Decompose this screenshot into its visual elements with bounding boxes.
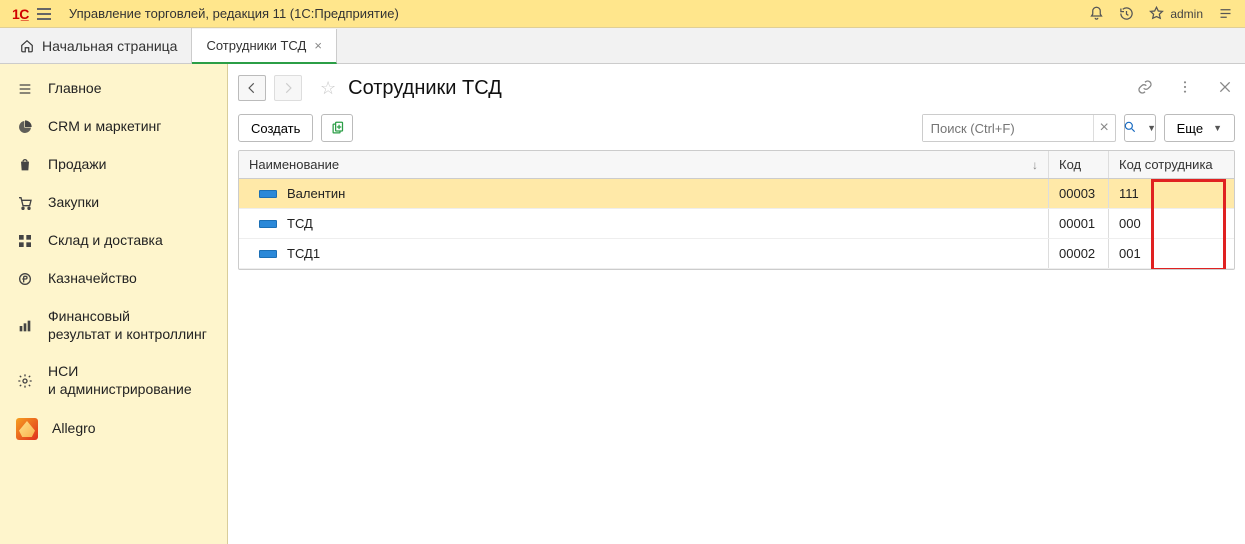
bars-icon — [16, 317, 34, 335]
table-row[interactable]: ТСД 00001000 — [239, 209, 1234, 239]
caret-down-icon: ▼ — [1213, 123, 1222, 133]
cell-emp-code: 000 — [1109, 209, 1234, 238]
cart-icon — [16, 194, 34, 212]
folder-item-icon — [259, 220, 277, 228]
arrow-right-icon — [281, 81, 295, 95]
cell-emp-code: 001 — [1109, 239, 1234, 268]
sidebar-item-finance[interactable]: Финансовый результат и контроллинг — [0, 298, 227, 353]
home-tab-label: Начальная страница — [42, 38, 177, 54]
table-row[interactable]: Валентин 00003111 — [239, 179, 1234, 209]
search-input[interactable] — [923, 115, 1093, 141]
app-logo: 1C̲ — [12, 6, 29, 22]
grid-icon — [16, 232, 34, 250]
allegro-icon — [16, 418, 38, 440]
bell-icon[interactable] — [1088, 6, 1104, 22]
search-box[interactable]: × — [922, 114, 1116, 142]
tab-employees-tsd[interactable]: Сотрудники ТСД × — [192, 29, 336, 64]
sidebar-item-allegro[interactable]: Allegro — [0, 408, 227, 450]
kebab-icon[interactable] — [1177, 79, 1195, 97]
create-button-label: Создать — [251, 121, 300, 136]
sidebar-item-label: Склад и доставка — [48, 232, 163, 250]
table-row[interactable]: ТСД1 00002001 — [239, 239, 1234, 269]
cell-code: 00002 — [1049, 239, 1109, 268]
cell-value: ТСД1 — [287, 246, 320, 261]
sidebar-item-treasury[interactable]: Казначейство — [0, 260, 227, 298]
folder-item-icon — [259, 190, 277, 198]
toolbar: Создать × ▼ Еще ▼ — [238, 108, 1235, 148]
cell-name: ТСД — [239, 209, 1049, 238]
coin-icon — [16, 270, 34, 288]
gear-icon — [16, 372, 34, 390]
cell-value: ТСД — [287, 216, 313, 231]
nav-forward-button — [274, 75, 302, 101]
arrow-left-icon — [245, 81, 259, 95]
star-icon[interactable] — [1148, 6, 1164, 22]
sidebar-item-label: Главное — [48, 80, 102, 98]
page-title: Сотрудники ТСД — [348, 77, 502, 100]
link-icon[interactable] — [1137, 79, 1155, 97]
sidebar-item-label: Казначейство — [48, 270, 137, 288]
cell-name: Валентин — [239, 179, 1049, 208]
column-label: Код сотрудника — [1119, 157, 1213, 172]
sidebar-item-label: Продажи — [48, 156, 106, 174]
titlebar: 1C̲ Управление торговлей, редакция 11 (1… — [0, 0, 1245, 28]
more-button-label: Еще — [1177, 121, 1203, 136]
table-body: Валентин 00003111 ТСД 00001000 ТСД1 00002001 — [239, 179, 1234, 269]
folder-item-icon — [259, 250, 277, 258]
hamburger-icon[interactable] — [37, 8, 51, 20]
search-clear-button[interactable]: × — [1093, 115, 1115, 141]
sidebar-item-nsi[interactable]: НСИ и администрирование — [0, 353, 227, 408]
tab-label: Сотрудники ТСД — [206, 38, 306, 53]
cell-emp-code: 111 — [1109, 179, 1234, 208]
sidebar-item-warehouse[interactable]: Склад и доставка — [0, 222, 227, 260]
history-icon[interactable] — [1118, 6, 1134, 22]
sort-asc-icon: ↓ — [1032, 158, 1038, 172]
cell-code: 00003 — [1049, 179, 1109, 208]
advanced-search-button[interactable]: ▼ — [1124, 114, 1156, 142]
magnifier-icon — [1123, 120, 1137, 137]
nav-back-button[interactable] — [238, 75, 266, 101]
copy-button[interactable] — [321, 114, 353, 142]
sidebar-item-label: Allegro — [52, 420, 96, 438]
sidebar-item-label: Закупки — [48, 194, 99, 212]
bag-icon — [16, 156, 34, 174]
cell-code: 00001 — [1049, 209, 1109, 238]
home-tab[interactable]: Начальная страница — [6, 28, 192, 63]
table-header: Наименование ↓ Код Код сотрудника — [239, 151, 1234, 179]
pie-icon — [16, 118, 34, 136]
table: Наименование ↓ Код Код сотрудника Валент… — [238, 150, 1235, 270]
titlebar-user: admin — [1170, 7, 1203, 21]
app-title: Управление торговлей, редакция 11 (1С:Пр… — [69, 6, 399, 21]
close-icon[interactable] — [1217, 79, 1235, 97]
sidebar-item-crm[interactable]: CRM и маркетинг — [0, 108, 227, 146]
create-button[interactable]: Создать — [238, 114, 313, 142]
more-button[interactable]: Еще ▼ — [1164, 114, 1235, 142]
cell-value: Валентин — [287, 186, 345, 201]
sidebar-item-label: НСИ и администрирование — [48, 363, 192, 398]
sidebar-item-main[interactable]: Главное — [0, 70, 227, 108]
main-panel: ☆ Сотрудники ТСД Создать × — [228, 64, 1245, 544]
copy-new-icon — [330, 121, 345, 136]
caret-down-icon: ▼ — [1147, 123, 1156, 133]
main-header: ☆ Сотрудники ТСД — [238, 68, 1235, 108]
column-emp-code[interactable]: Код сотрудника — [1109, 151, 1234, 178]
sidebar-item-sales[interactable]: Продажи — [0, 146, 227, 184]
column-label: Код — [1059, 157, 1081, 172]
home-icon — [20, 39, 34, 53]
tab-close-icon[interactable]: × — [314, 38, 322, 53]
sidebar: Главное CRM и маркетинг Продажи Закупки … — [0, 64, 228, 544]
sidebar-item-purchases[interactable]: Закупки — [0, 184, 227, 222]
favorite-star-icon[interactable]: ☆ — [320, 78, 336, 99]
column-name[interactable]: Наименование ↓ — [239, 151, 1049, 178]
settings-lines-icon[interactable] — [1217, 6, 1233, 22]
sidebar-item-label: Финансовый результат и контроллинг — [48, 308, 207, 343]
sidebar-item-label: CRM и маркетинг — [48, 118, 161, 136]
cell-name: ТСД1 — [239, 239, 1049, 268]
column-code[interactable]: Код — [1049, 151, 1109, 178]
tabs-row: Начальная страница Сотрудники ТСД × — [0, 28, 1245, 64]
menu-icon — [16, 80, 34, 98]
column-label: Наименование — [249, 157, 339, 172]
